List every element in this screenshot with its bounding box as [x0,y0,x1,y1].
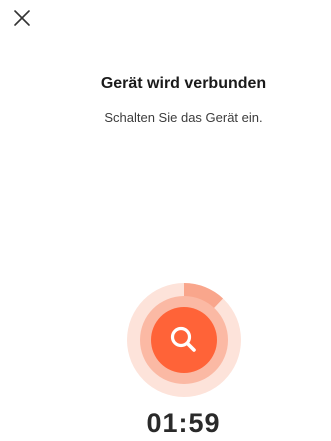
countdown-timer: 01:59 [146,408,221,438]
connect-device-screen: Gerät wird verbunden Schalten Sie das Ge… [0,0,331,441]
close-icon[interactable] [13,9,31,27]
page-title: Gerät wird verbunden [100,75,267,92]
scanner-core [151,307,217,373]
instruction-text: Schalten Sie das Gerät ein. [104,110,263,125]
scanning-indicator [127,283,241,397]
